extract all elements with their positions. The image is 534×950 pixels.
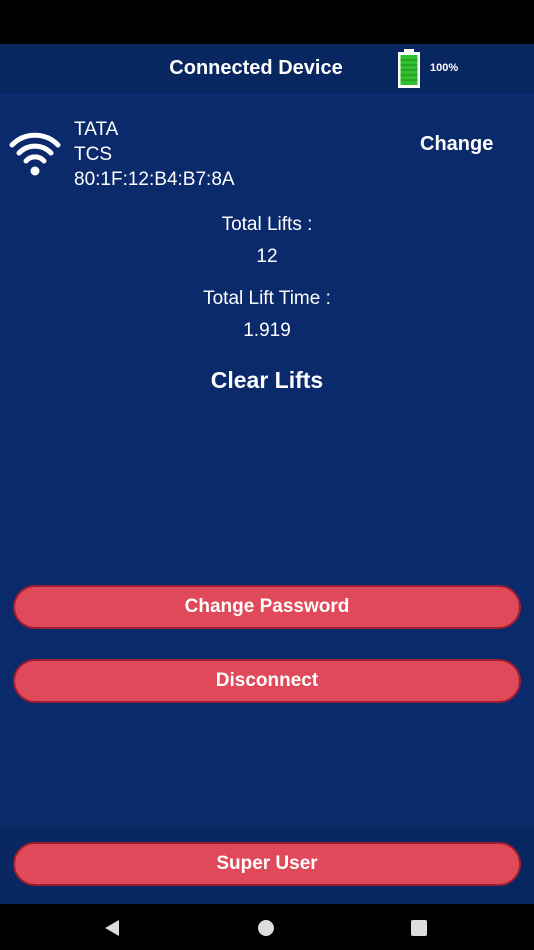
app-header: Connected Device 100%	[0, 44, 534, 95]
change-device-button[interactable]: Change	[420, 133, 493, 156]
battery-icon	[398, 49, 420, 88]
system-navigation-bar	[0, 904, 534, 950]
total-lift-time-label: Total Lift Time :	[203, 288, 331, 309]
clear-lifts-button[interactable]: Clear Lifts	[0, 367, 534, 394]
disconnect-button[interactable]: Disconnect	[13, 659, 521, 703]
device-name: TATA	[74, 119, 119, 140]
super-user-button[interactable]: Super User	[13, 842, 521, 886]
status-bar	[0, 0, 534, 44]
recents-square-icon[interactable]	[410, 919, 428, 937]
change-password-button[interactable]: Change Password	[13, 585, 521, 629]
total-lift-time-value: 1.919	[243, 320, 291, 341]
total-lifts-value: 12	[256, 246, 278, 267]
footer-bar: Super User	[0, 826, 534, 904]
home-circle-icon[interactable]	[257, 919, 275, 937]
main-content: TATA TCS 80:1F:12:B4:B7:8A Change Total …	[0, 95, 534, 825]
wifi-icon	[9, 132, 61, 176]
back-triangle-icon[interactable]	[103, 919, 121, 937]
device-mac-address: 80:1F:12:B4:B7:8A	[74, 169, 235, 190]
battery-percentage: 100%	[430, 62, 459, 74]
total-lifts-label: Total Lifts :	[221, 214, 313, 235]
device-network: TCS	[74, 144, 112, 165]
